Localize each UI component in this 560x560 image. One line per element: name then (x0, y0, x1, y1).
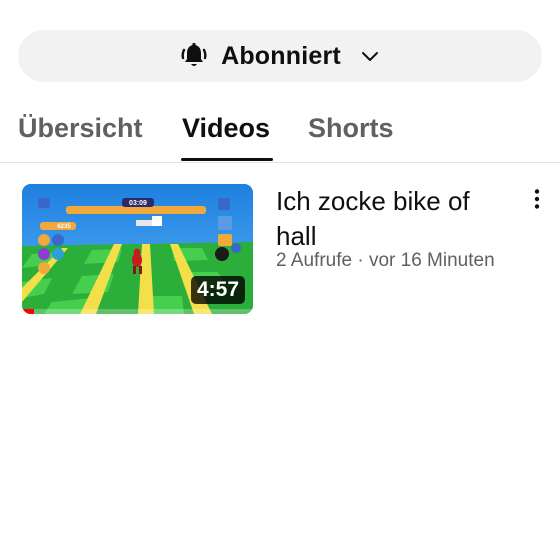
video-title[interactable]: Ich zocke bike of hall (276, 184, 506, 254)
watch-progress-bar (22, 309, 253, 314)
bell-ringing-icon (179, 41, 209, 71)
video-duration: 4:57 (190, 276, 245, 304)
tab-videos[interactable]: Videos (182, 110, 270, 160)
video-metadata: 2 Aufrufe · vor 16 Minuten (276, 250, 495, 272)
meta-separator: · (357, 250, 364, 271)
video-list-item[interactable]: 03:09 6235 4:57 Ich zocke bike of hall 2… (22, 184, 552, 316)
subscribe-dropdown-button[interactable]: Abonniert (18, 30, 542, 82)
watch-progress-fill (22, 309, 34, 314)
channel-tabs: Übersicht Videos Shorts (0, 100, 560, 163)
subscribe-label: Abonniert (221, 41, 341, 70)
tab-shorts[interactable]: Shorts (308, 110, 394, 160)
more-options-button[interactable] (522, 186, 552, 216)
video-age: vor 16 Minuten (368, 250, 495, 271)
tab-overview[interactable]: Übersicht (18, 110, 143, 160)
thumbnail-score: 6235 (57, 224, 71, 230)
more-vert-icon (532, 188, 542, 215)
video-thumbnail[interactable]: 03:09 6235 4:57 (22, 184, 253, 314)
chevron-down-icon (359, 45, 381, 67)
thumbnail-timer: 03:09 (129, 200, 147, 207)
active-tab-indicator (181, 158, 273, 161)
video-views: 2 Aufrufe (276, 250, 353, 271)
